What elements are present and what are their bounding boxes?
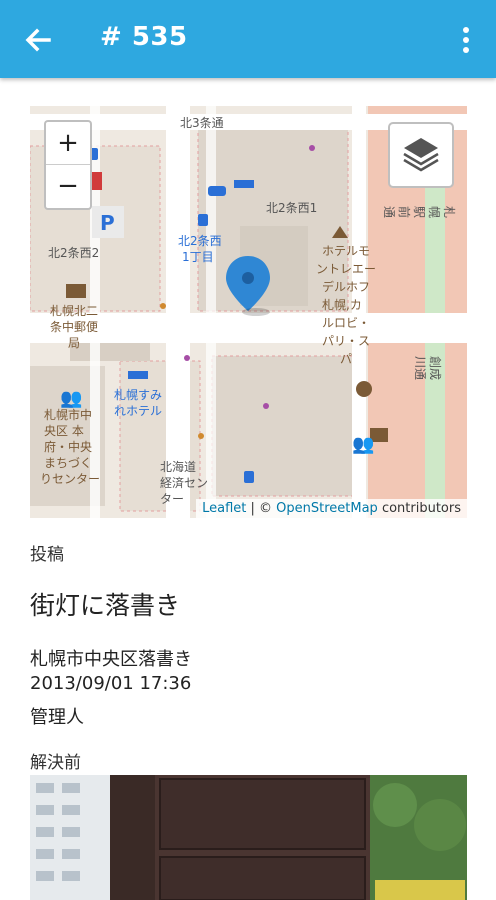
map-label-hotel: ルロビ・ <box>322 316 371 330</box>
map-label-center: まちづく <box>44 456 93 470</box>
leaflet-link[interactable]: Leaflet <box>202 501 246 516</box>
map-label-hotel: デルホフ <box>322 280 371 294</box>
before-photo[interactable] <box>30 775 467 900</box>
more-vert-icon <box>463 27 469 53</box>
page-title: # 535 <box>100 22 188 52</box>
map-attribution: Leaflet | © OpenStreetMap contributors <box>196 499 467 518</box>
map-label-building: 北海道 <box>160 460 197 474</box>
attribution-separator: | © <box>246 501 277 516</box>
post-section-label: 投稿 <box>30 545 64 565</box>
post-author: 管理人 <box>30 707 84 728</box>
overflow-menu-button[interactable] <box>454 22 478 58</box>
svg-text:👥: 👥 <box>352 434 374 455</box>
map-label-hotel: 札幌すみ <box>114 388 163 402</box>
photo-image <box>30 775 467 900</box>
map-label-center: りセンター <box>40 472 101 486</box>
map-label-block: 北2条西2 <box>48 246 100 260</box>
map-label-post-office: 条中郵便 <box>50 320 99 334</box>
map-label-center: 府・中央 <box>44 440 93 454</box>
svg-text:P: P <box>100 211 115 235</box>
post-datetime: 2013/09/01 17:36 <box>30 673 192 694</box>
layers-button[interactable] <box>388 122 454 188</box>
osm-link[interactable]: OpenStreetMap <box>276 501 378 516</box>
zoom-out-button[interactable]: − <box>46 165 90 207</box>
map-label-hotel: パリ・ス <box>322 334 371 348</box>
map-label-stop: 北2条西 <box>178 234 222 248</box>
post-category: 札幌市中央区落書き <box>30 649 192 670</box>
map-label-hotel: 札幌,カ <box>322 298 362 312</box>
map-label-street: 札幌駅前通 <box>382 206 456 219</box>
arrow-left-icon <box>25 28 51 52</box>
map-label-hotel: ホテルモ <box>322 244 371 258</box>
map-label-block: 北2条西1 <box>266 201 318 215</box>
map-label-building: 経済セン <box>160 476 209 490</box>
svg-text:👥: 👥 <box>60 388 82 409</box>
map-label-hotel: パ <box>340 352 353 366</box>
map-label-post-office: 局 <box>68 336 81 350</box>
map-label-street: 北3条通 <box>180 116 224 130</box>
map-label-hotel: ントレエー <box>316 262 377 276</box>
before-section-label: 解決前 <box>30 753 81 773</box>
map-label-stop: 1丁目 <box>182 250 214 264</box>
attribution-suffix: contributors <box>377 501 461 516</box>
map-label-building: ター <box>160 492 185 506</box>
map-label-hotel: れホテル <box>114 404 163 418</box>
back-button[interactable] <box>22 24 54 56</box>
map-label-center: 札幌市中 <box>44 408 93 422</box>
map-view[interactable]: P 👥 👥 北3条通 北2条西1 北2条西2 北2条西 1丁目 ホテルモ ントレ… <box>30 106 467 518</box>
layers-icon <box>403 138 439 172</box>
map-label-center: 央区 本 <box>44 424 84 438</box>
zoom-control: + − <box>44 120 92 210</box>
app-bar: # 535 <box>0 0 496 78</box>
map-label-street: 創成川通 <box>413 356 442 381</box>
post-title: 街灯に落書き <box>30 591 181 620</box>
map-label-post-office: 札幌北二 <box>50 304 99 318</box>
zoom-in-button[interactable]: + <box>46 122 90 165</box>
